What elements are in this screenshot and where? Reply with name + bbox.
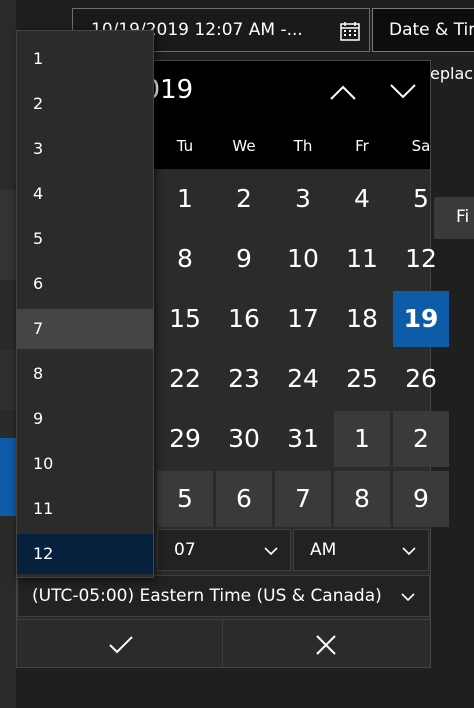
calendar-day[interactable]: 2 [393, 411, 449, 467]
am-pm-value: AM [310, 540, 337, 560]
minute-value: 07 [174, 540, 196, 560]
flyout-footer [17, 619, 430, 668]
date-time-tab-button[interactable]: Date & Tim [372, 8, 474, 52]
timezone-value: (UTC-05:00) Eastern Time (US & Canada) [32, 586, 382, 606]
hour-option[interactable]: 2 [17, 84, 153, 124]
calendar-day[interactable]: 15 [157, 291, 213, 347]
hour-option[interactable]: 10 [17, 444, 153, 484]
weekday-label: Tu [176, 137, 194, 155]
calendar-day[interactable]: 11 [334, 231, 390, 287]
calendar-day[interactable]: 9 [393, 471, 449, 527]
calendar-day[interactable]: 1 [157, 171, 213, 227]
calendar-day[interactable]: 8 [157, 231, 213, 287]
close-icon [316, 635, 336, 655]
calendar-day[interactable]: 2 [216, 171, 272, 227]
weekday-label: We [232, 137, 256, 155]
calendar-day[interactable]: 1 [334, 411, 390, 467]
left-panel-selected-segment[interactable] [0, 438, 16, 516]
dismiss-button[interactable] [224, 620, 430, 668]
calendar-day[interactable]: 22 [157, 351, 213, 407]
calendar-day[interactable]: 4 [334, 171, 390, 227]
chevron-down-icon [399, 588, 417, 606]
hour-option[interactable]: 1 [17, 39, 153, 79]
hour-option[interactable]: 6 [17, 264, 153, 304]
hour-option[interactable]: 12 [17, 534, 153, 574]
calendar-day[interactable]: 16 [216, 291, 272, 347]
left-panel-segment [0, 350, 16, 410]
timezone-selector[interactable]: (UTC-05:00) Eastern Time (US & Canada) [17, 575, 430, 617]
calendar-day[interactable]: 7 [275, 471, 331, 527]
calendar-day[interactable]: 31 [275, 411, 331, 467]
left-panel-background [0, 0, 16, 708]
hour-option[interactable]: 7 [17, 309, 153, 349]
calendar-day[interactable]: 12 [393, 231, 449, 287]
checkmark-icon [109, 636, 133, 654]
replace-label: eplac [430, 64, 474, 83]
calendar-day[interactable]: 24 [275, 351, 331, 407]
minute-selector[interactable]: 07 [157, 529, 291, 571]
calendar-day[interactable]: 6 [216, 471, 272, 527]
calendar-day[interactable]: 30 [216, 411, 272, 467]
calendar-day[interactable]: 17 [275, 291, 331, 347]
left-panel-segment [0, 0, 16, 190]
app-window: 10/19/2019 12:07 AM -... Date & Tim epla… [0, 0, 474, 708]
calendar-day[interactable]: 8 [334, 471, 390, 527]
chevron-down-icon[interactable] [383, 75, 423, 107]
hour-option[interactable]: 4 [17, 174, 153, 214]
weekday-label: Th [293, 137, 313, 155]
calendar-day[interactable]: 10 [275, 231, 331, 287]
calendar-icon[interactable] [339, 20, 361, 42]
calendar-day[interactable]: 23 [216, 351, 272, 407]
date-time-tab-label: Date & Tim [389, 20, 474, 40]
hour-option[interactable]: 11 [17, 489, 153, 529]
left-panel-segment [0, 190, 16, 280]
calendar-day[interactable]: 3 [275, 171, 331, 227]
hour-option[interactable]: 9 [17, 399, 153, 439]
hour-dropdown-list: 1 2 3 4 5 6 7 8 9 10 11 12 [16, 30, 154, 578]
chevron-up-icon[interactable] [323, 75, 363, 107]
am-pm-selector[interactable]: AM [293, 529, 429, 571]
chevron-down-icon [262, 542, 280, 560]
accept-button[interactable] [17, 620, 223, 668]
calendar-day[interactable]: 5 [393, 171, 449, 227]
weekday-label: Fr [355, 137, 369, 155]
calendar-day[interactable]: 18 [334, 291, 390, 347]
calendar-day-selected[interactable]: 19 [393, 291, 449, 347]
hour-option[interactable]: 8 [17, 354, 153, 394]
hour-option[interactable]: 5 [17, 219, 153, 259]
find-button-label: Fi [456, 207, 470, 227]
calendar-day[interactable]: 9 [216, 231, 272, 287]
calendar-day[interactable]: 26 [393, 351, 449, 407]
chevron-down-icon [400, 542, 418, 560]
weekday-label: Sa [411, 137, 431, 155]
calendar-day[interactable]: 5 [157, 471, 213, 527]
hour-option[interactable]: 3 [17, 129, 153, 169]
calendar-day[interactable]: 25 [334, 351, 390, 407]
calendar-day[interactable]: 29 [157, 411, 213, 467]
